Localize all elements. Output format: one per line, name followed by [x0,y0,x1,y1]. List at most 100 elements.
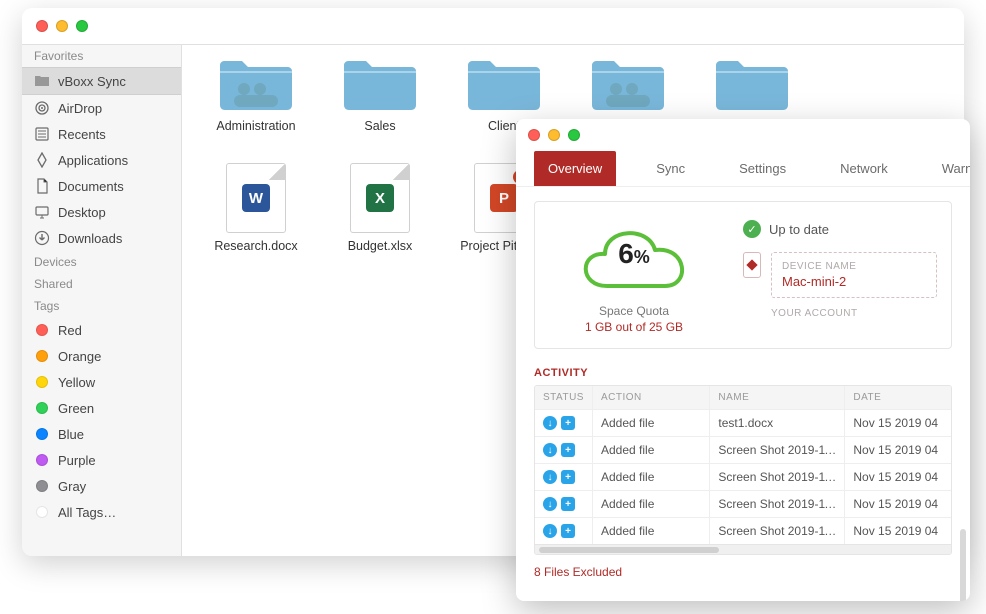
tag-icon [34,452,50,468]
sidebar-item[interactable]: All Tags… [22,499,181,525]
file-label: Budget.xlsx [348,239,413,253]
sidebar-item[interactable]: Desktop [22,199,181,225]
file-item[interactable]: W Research.docx [196,163,316,253]
table-row[interactable]: ↓+Added fileScreen Shot 2019-11-15 a...N… [535,517,951,544]
name-cell: test1.docx [710,410,845,436]
overview-panel: 6% Space Quota 1 GB out of 25 GB ✓ Up to… [534,201,952,349]
table-row[interactable]: ↓+Added fileScreen Shot 2019-11-15 a...N… [535,463,951,490]
sidebar-item[interactable]: AirDrop [22,95,181,121]
table-row[interactable]: ↓+Added filetest1.docxNov 15 2019 04 [535,409,951,436]
sync-traffic-lights [516,119,970,151]
tab-sync[interactable]: Sync [642,151,699,186]
action-cell: Added file [593,464,710,490]
minimize-icon[interactable] [56,20,68,32]
status-cell: ↓+ [535,464,593,490]
action-cell: Added file [593,437,710,463]
close-icon[interactable] [36,20,48,32]
tag-icon [34,426,50,442]
sidebar-item[interactable]: Blue [22,421,181,447]
downloads-icon [34,230,50,246]
sync-status: ✓ Up to date [743,220,937,238]
sync-window: Overview Sync Settings Network Warnings 6% S… [516,119,970,601]
table-row[interactable]: ↓+Added fileScreen Shot 2019-11-15 a...N… [535,436,951,463]
tag-icon [34,478,50,494]
download-icon: ↓ [543,497,557,511]
status-cell: ↓+ [535,518,593,544]
minimize-icon[interactable] [548,129,560,141]
action-cell: Added file [593,518,710,544]
tag-icon [34,348,50,364]
name-cell: Screen Shot 2019-11-15 a... [710,437,845,463]
files-excluded[interactable]: 8 Files Excluded [534,565,952,579]
finder-traffic-lights [22,8,964,44]
folder-label: Sales [364,119,395,133]
airdrop-icon [34,100,50,116]
download-icon: ↓ [543,443,557,457]
sidebar-item-label: Downloads [58,231,122,246]
docs-icon [34,178,50,194]
status-cell: ↓+ [535,410,593,436]
device-box[interactable]: DEVICE NAME Mac-mini-2 [771,252,937,298]
sidebar-item[interactable]: Downloads [22,225,181,251]
add-icon: + [561,470,575,484]
sidebar-item[interactable]: Documents [22,173,181,199]
file-label: Research.docx [214,239,297,253]
status-cell: ↓+ [535,437,593,463]
sidebar-item[interactable]: Yellow [22,369,181,395]
folder-icon [588,55,668,113]
tab-overview[interactable]: Overview [534,151,616,186]
column-header[interactable]: NAME [710,386,845,409]
file-item[interactable]: X Budget.xlsx [320,163,440,253]
sidebar-item-label: Applications [58,153,128,168]
sidebar-item-label: Orange [58,349,101,364]
quota-label: Space Quota [599,304,669,318]
column-header[interactable]: STATUS [535,386,593,409]
sidebar-item-label: Documents [58,179,124,194]
sidebar-item-label: Red [58,323,82,338]
quota-used: 1 GB out of 25 GB [585,320,683,334]
sidebar-item[interactable]: Orange [22,343,181,369]
sidebar-item-label: AirDrop [58,101,102,116]
maximize-icon[interactable] [568,129,580,141]
column-header[interactable]: ACTION [593,386,710,409]
finder-sidebar: FavoritesvBoxx SyncAirDropRecentsApplica… [22,44,182,556]
file-icon: X [350,163,410,233]
add-icon: + [561,524,575,538]
tab-network[interactable]: Network [826,151,902,186]
maximize-icon[interactable] [76,20,88,32]
date-cell: Nov 15 2019 04 [845,491,951,517]
add-icon: + [561,416,575,430]
cloud-icon: 6% [569,216,699,300]
tab-settings[interactable]: Settings [725,151,800,186]
folder-item[interactable]: Administration [196,55,316,133]
sidebar-item[interactable]: Gray [22,473,181,499]
sidebar-item-label: Yellow [58,375,95,390]
sidebar-item[interactable]: Recents [22,121,181,147]
sidebar-item[interactable]: vBoxx Sync [22,67,181,95]
tab-warnings[interactable]: Warnings [928,151,970,186]
folder-icon [464,55,544,113]
sidebar-item-label: vBoxx Sync [58,74,126,89]
sidebar-item[interactable]: Purple [22,447,181,473]
tag-icon [34,504,50,520]
quota-percent: 6 [618,238,634,269]
name-cell: Screen Shot 2019-11-15 a... [710,464,845,490]
close-icon[interactable] [528,129,540,141]
sidebar-item-label: Gray [58,479,86,494]
apps-icon [34,152,50,168]
device-icon [743,252,761,278]
sidebar-item[interactable]: Green [22,395,181,421]
column-header[interactable]: DATE [845,386,951,409]
download-icon: ↓ [543,524,557,538]
table-row[interactable]: ↓+Added fileScreen Shot 2019-11-15 a...N… [535,490,951,517]
horizontal-scrollbar[interactable] [535,544,951,554]
status-cell: ↓+ [535,491,593,517]
sidebar-item[interactable]: Applications [22,147,181,173]
sidebar-section-header: Tags [22,295,181,317]
sidebar-item[interactable]: Red [22,317,181,343]
folder-icon [216,55,296,113]
date-cell: Nov 15 2019 04 [845,518,951,544]
file-icon: W [226,163,286,233]
vertical-scrollbar[interactable] [960,529,966,601]
folder-item[interactable]: Sales [320,55,440,133]
